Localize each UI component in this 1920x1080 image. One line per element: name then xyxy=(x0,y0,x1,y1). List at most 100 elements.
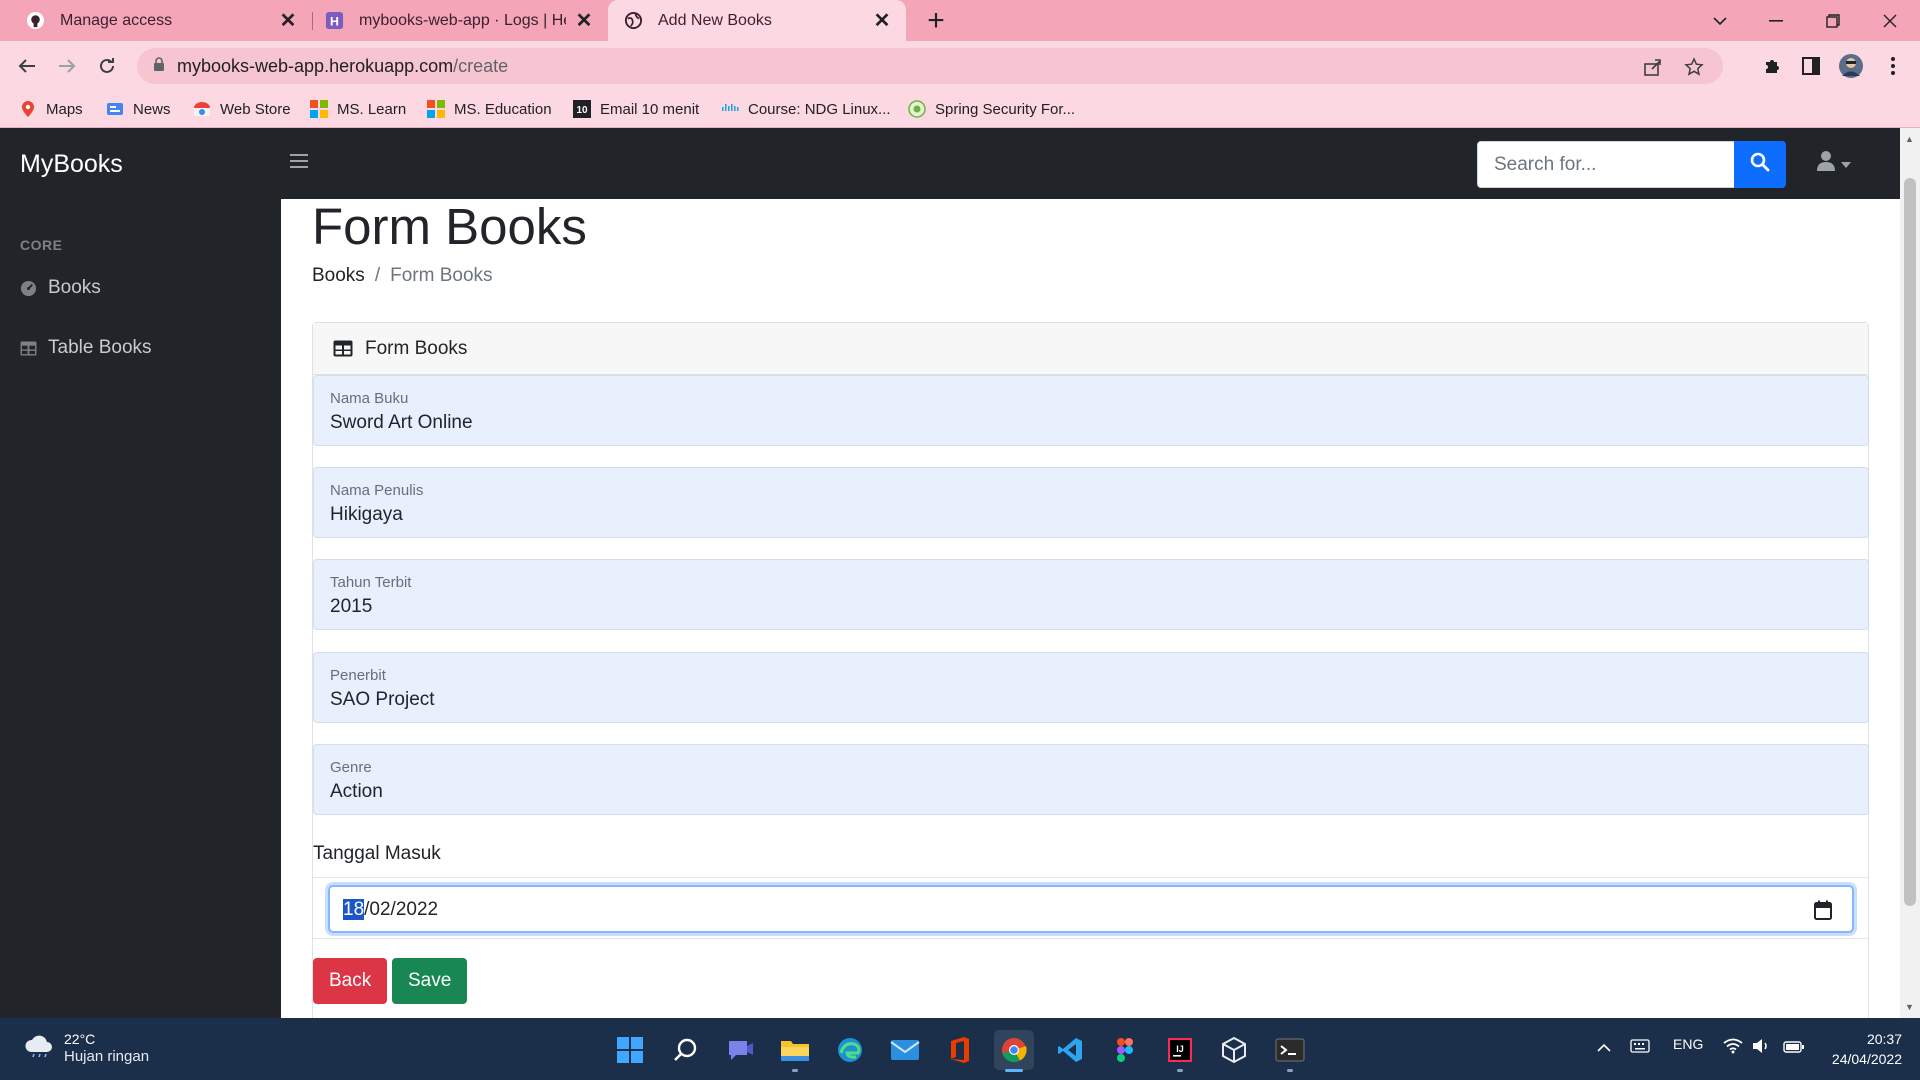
field-value: 2015 xyxy=(330,596,373,617)
sidebar-heading: CORE xyxy=(20,237,63,253)
table-icon xyxy=(333,340,353,357)
weather-widget[interactable]: 22°C Hujan ringan xyxy=(24,1030,149,1066)
figma-icon[interactable] xyxy=(1105,1030,1145,1070)
office-icon[interactable] xyxy=(940,1030,980,1070)
nama-buku-field[interactable]: Nama Buku Sword Art Online xyxy=(313,375,1869,446)
minimize-icon[interactable] xyxy=(1748,0,1804,41)
teams-chat-icon[interactable] xyxy=(721,1030,761,1070)
browser-toolbar: mybooks-web-app.herokuapp.com/create xyxy=(0,41,1920,90)
tanggal-masuk-label: Tanggal Masuk xyxy=(313,843,441,864)
genre-field[interactable]: Genre Action xyxy=(313,744,1869,815)
sidebar-toggle-icon[interactable] xyxy=(290,154,308,172)
terminal-icon[interactable] xyxy=(1270,1030,1310,1072)
tab-heroku-logs[interactable]: H mybooks-web-app · Logs | Herok ✕ xyxy=(313,0,608,41)
chrome-menu-icon[interactable] xyxy=(1880,53,1906,79)
bookmark-web-store[interactable]: Web Store xyxy=(193,96,291,122)
intellij-icon[interactable]: IJ xyxy=(1160,1030,1200,1072)
back-arrow-icon[interactable] xyxy=(10,49,44,83)
wifi-icon[interactable] xyxy=(1723,1038,1743,1057)
virtualbox-cube-icon[interactable] xyxy=(1214,1030,1254,1070)
restore-icon[interactable] xyxy=(1805,0,1861,41)
share-icon[interactable] xyxy=(1642,56,1664,78)
running-indicator xyxy=(792,1069,798,1072)
calendar-icon[interactable] xyxy=(1814,900,1832,925)
language-indicator[interactable]: ENG xyxy=(1673,1036,1703,1052)
mail-icon[interactable] xyxy=(885,1030,925,1070)
date-month-year[interactable]: /02/2022 xyxy=(364,899,438,920)
brand-logo[interactable]: MyBooks xyxy=(20,150,123,179)
save-button[interactable]: Save xyxy=(392,958,468,1004)
new-tab-button[interactable]: + xyxy=(921,4,951,38)
scroll-up-icon[interactable]: ▲ xyxy=(1905,134,1914,144)
caret-down-icon xyxy=(1841,155,1851,173)
maps-icon xyxy=(19,100,37,118)
bookmark-maps[interactable]: Maps xyxy=(19,96,83,122)
page-scrollbar[interactable]: ▲ ▼ xyxy=(1900,128,1920,1018)
bookmark-spring-security[interactable]: Spring Security For... xyxy=(908,96,1075,122)
scroll-down-icon[interactable]: ▼ xyxy=(1905,1002,1914,1012)
edge-browser-icon[interactable] xyxy=(830,1030,870,1070)
field-label: Genre xyxy=(330,759,372,776)
bookmark-ms-learn[interactable]: MS. Learn xyxy=(310,96,406,122)
nama-penulis-field[interactable]: Nama Penulis Hikigaya xyxy=(313,467,1869,538)
field-label: Penerbit xyxy=(330,667,386,684)
chrome-icon[interactable] xyxy=(994,1030,1034,1072)
tanggal-masuk-date-input[interactable]: 18/02/2022 xyxy=(328,885,1854,933)
side-panel-icon[interactable] xyxy=(1798,53,1824,79)
penerbit-field[interactable]: Penerbit SAO Project xyxy=(313,652,1869,723)
sidebar-item-books[interactable]: Books xyxy=(20,274,101,302)
sidebar-item-table-books[interactable]: Table Books xyxy=(20,334,152,362)
address-bar[interactable]: mybooks-web-app.herokuapp.com/create xyxy=(137,48,1723,84)
extensions-puzzle-icon[interactable] xyxy=(1759,53,1785,79)
back-button[interactable]: Back xyxy=(313,958,388,1004)
search-button[interactable] xyxy=(1734,141,1786,188)
forward-arrow-icon[interactable] xyxy=(50,49,84,83)
table-icon xyxy=(20,339,38,357)
weather-temp: 22°C xyxy=(64,1031,96,1047)
tab-manage-access[interactable]: Manage access ✕ xyxy=(0,0,312,41)
date-day-selected[interactable]: 18 xyxy=(343,899,365,920)
bookmarks-bar: Maps News Web Store MS. Learn MS. Educat… xyxy=(0,90,1920,128)
search-input[interactable] xyxy=(1477,141,1735,188)
card-title: Form Books xyxy=(365,337,468,359)
breadcrumb-link-books[interactable]: Books xyxy=(312,265,365,287)
globe-icon xyxy=(624,11,643,30)
bookmark-news[interactable]: News xyxy=(106,96,171,122)
card-header: Form Books xyxy=(313,323,1868,375)
date-field-wrapper: 18/02/2022 xyxy=(313,877,1869,939)
scroll-thumb[interactable] xyxy=(1904,178,1916,906)
system-clock[interactable]: 20:37 24/04/2022 xyxy=(1832,1029,1902,1069)
webstore-icon xyxy=(193,100,211,118)
user-dropdown[interactable] xyxy=(1816,150,1851,177)
vscode-icon[interactable] xyxy=(1050,1030,1090,1070)
microsoft-icon xyxy=(427,100,445,118)
search-icon[interactable] xyxy=(666,1030,706,1070)
volume-icon[interactable] xyxy=(1752,1038,1770,1057)
reload-icon[interactable] xyxy=(90,49,124,83)
field-value: Action xyxy=(330,781,383,802)
field-value: Sword Art Online xyxy=(330,412,473,433)
profile-avatar-icon[interactable] xyxy=(1838,53,1864,79)
keyboard-icon[interactable] xyxy=(1630,1039,1650,1056)
tray-chevron-up-icon[interactable] xyxy=(1596,1040,1612,1056)
tab-add-new-books[interactable]: Add New Books ✕ xyxy=(608,0,906,41)
close-icon[interactable]: ✕ xyxy=(278,8,298,33)
breadcrumb-current: Form Books xyxy=(390,265,493,286)
tahun-terbit-field[interactable]: Tahun Terbit 2015 xyxy=(313,559,1869,630)
sidebar-item-label: Books xyxy=(48,277,101,298)
bookmark-label: Maps xyxy=(46,100,83,118)
url-text: mybooks-web-app.herokuapp.com/create xyxy=(177,56,508,77)
file-explorer-icon[interactable] xyxy=(775,1030,815,1072)
tab-search-chevron-icon[interactable] xyxy=(1692,0,1748,41)
clock-time: 20:37 xyxy=(1866,1031,1902,1047)
bookmark-star-icon[interactable] xyxy=(1683,56,1705,78)
battery-icon[interactable] xyxy=(1783,1040,1805,1056)
window-close-icon[interactable] xyxy=(1862,0,1918,41)
bookmark-ms-education[interactable]: MS. Education xyxy=(427,96,552,122)
email10-icon: 10 xyxy=(573,100,591,118)
close-icon[interactable]: ✕ xyxy=(574,8,594,33)
close-icon[interactable]: ✕ xyxy=(872,8,892,33)
windows-start-icon[interactable] xyxy=(610,1030,650,1070)
bookmark-email-10-menit[interactable]: 10 Email 10 menit xyxy=(573,96,699,122)
bookmark-ndg-linux[interactable]: Course: NDG Linux... xyxy=(721,96,891,122)
